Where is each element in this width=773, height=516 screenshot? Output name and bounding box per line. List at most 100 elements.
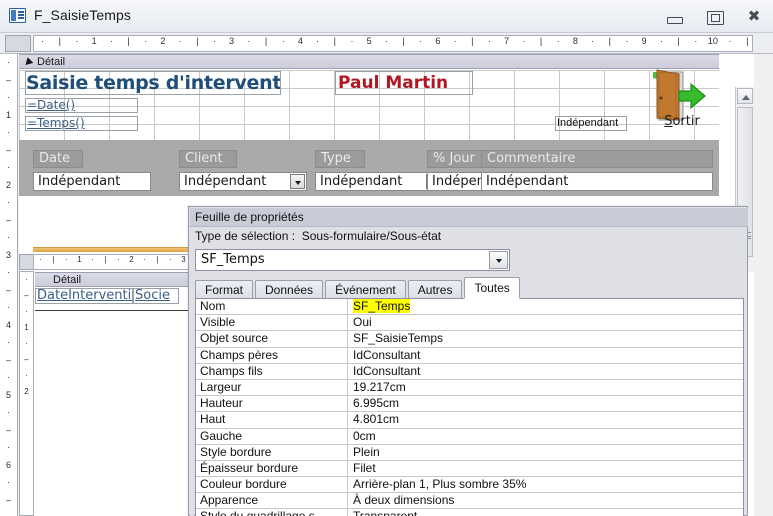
- property-row[interactable]: Haut 4.801cm: [196, 412, 743, 429]
- property-row[interactable]: Largeur 19.217cm: [196, 379, 743, 397]
- ruler-minor-tick: ·: [281, 36, 285, 46]
- property-row[interactable]: Gauche 0cm: [196, 428, 743, 445]
- property-key: Champs fils: [196, 363, 348, 379]
- ruler-minor-tick: ·: [453, 36, 457, 46]
- field-label-2[interactable]: Type: [315, 150, 365, 168]
- property-tab-vnement[interactable]: Événement: [325, 280, 406, 299]
- property-value[interactable]: IdConsultant: [348, 348, 743, 363]
- window-controls: ✖: [663, 5, 765, 27]
- property-row[interactable]: Style bordure Plein: [196, 444, 743, 461]
- property-key: Style bordure: [196, 444, 348, 460]
- field-label-0[interactable]: Date: [33, 150, 83, 168]
- field-label-4[interactable]: Commentaire: [481, 150, 713, 168]
- ruler-minor-tick: ·: [316, 36, 320, 46]
- ruler-number: 8: [572, 36, 578, 46]
- property-value[interactable]: Arrière-plan 1, Plus sombre 35%: [348, 477, 743, 492]
- property-list[interactable]: Nom SF_Temps Visible Oui Objet source SF_Sais…: [195, 298, 744, 516]
- ruler-minor-tick: ·: [25, 371, 28, 380]
- ruler-half-tick: |: [127, 36, 130, 46]
- time-expression-textbox[interactable]: =Temps(): [25, 116, 138, 131]
- ruler-number: 3: [229, 36, 235, 46]
- ruler-minor-tick: ·: [728, 36, 732, 46]
- property-sheet-panel[interactable]: Feuille de propriétés Type de sélection …: [188, 206, 748, 516]
- subform-ruler-corner[interactable]: [19, 254, 34, 270]
- chevron-down-icon[interactable]: [290, 174, 305, 189]
- property-value[interactable]: IdConsultant: [348, 364, 743, 379]
- field-label-1[interactable]: Client: [179, 150, 237, 168]
- consultant-name-label[interactable]: Paul Martin: [335, 71, 473, 95]
- property-value[interactable]: À deux dimensions: [348, 493, 743, 508]
- minimize-button[interactable]: [663, 6, 685, 26]
- property-value[interactable]: Transparent: [348, 509, 743, 516]
- ruler-minor-tick: ·: [7, 372, 10, 382]
- ruler-half-tick: –: [24, 355, 29, 364]
- property-key: Largeur: [196, 379, 348, 396]
- property-value[interactable]: 19.217cm: [348, 380, 743, 395]
- property-row[interactable]: Nom SF_Temps: [196, 299, 743, 316]
- object-selector-combo[interactable]: SF_Temps: [195, 249, 510, 271]
- ruler-half-tick: –: [24, 291, 29, 300]
- property-value[interactable]: SF_Temps: [348, 299, 743, 314]
- field-control-3[interactable]: Indépen: [427, 172, 483, 191]
- form-header-title-label[interactable]: Saisie temps d'intervention client: [25, 71, 281, 95]
- property-row[interactable]: Champs pères IdConsultant: [196, 347, 743, 364]
- property-tab-donnes[interactable]: Données: [255, 280, 324, 299]
- date-expression-textbox[interactable]: =Date(): [25, 98, 138, 113]
- property-sheet-tabs[interactable]: Format Données Événement Autres Toutes: [195, 277, 522, 299]
- ruler-corner-box[interactable]: [5, 35, 31, 52]
- field-label-3[interactable]: % Jour: [427, 150, 483, 168]
- ruler-number: 10: [707, 36, 718, 46]
- ruler-minor-tick: ·: [75, 36, 79, 46]
- ruler-half-tick: –: [5, 214, 11, 225]
- property-tab-toutes[interactable]: Toutes: [464, 277, 520, 299]
- ruler-number: 1: [77, 255, 82, 264]
- property-tab-format[interactable]: Format: [195, 280, 254, 299]
- property-row[interactable]: Apparence À deux dimensions: [196, 493, 743, 510]
- property-value[interactable]: SF_SaisieTemps: [348, 331, 743, 346]
- ruler-half-tick: –: [5, 354, 11, 365]
- field-control-4[interactable]: Indépendant: [481, 172, 713, 191]
- property-row[interactable]: Visible Oui: [196, 315, 743, 332]
- detail-band[interactable]: Date Indépendant Client Indépendant Type Indé…: [19, 140, 719, 196]
- ruler-minor-tick: ·: [7, 407, 10, 417]
- property-row[interactable]: Style du quadrillage sTransparent: [196, 509, 743, 516]
- property-key: Style du quadrillage s: [196, 509, 348, 516]
- property-value[interactable]: Oui: [348, 315, 743, 330]
- ruler-number: 5: [5, 389, 11, 400]
- ruler-number: 6: [435, 36, 441, 46]
- scroll-up-arrow-icon[interactable]: [737, 88, 753, 104]
- property-key: Haut: [196, 412, 348, 428]
- section-bar-detail[interactable]: Détail: [19, 54, 719, 69]
- property-row[interactable]: Couleur bordure Arrière-plan 1, Plus somb…: [196, 477, 743, 494]
- ruler-minor-tick: ·: [144, 36, 148, 46]
- field-control-1[interactable]: Indépendant: [179, 172, 307, 191]
- field-control-0[interactable]: Indépendant: [33, 172, 151, 191]
- section-bar-label: Détail: [37, 56, 66, 68]
- chevron-down-icon[interactable]: [489, 251, 508, 269]
- ruler-minor-tick: ·: [7, 197, 10, 207]
- subform-column-dateintervention[interactable]: DateIntervention: [35, 288, 133, 304]
- property-value[interactable]: Plein: [348, 445, 743, 460]
- property-row[interactable]: Champs fils IdConsultant: [196, 363, 743, 380]
- property-value[interactable]: 6.995cm: [348, 396, 743, 411]
- close-button[interactable]: ✖: [743, 6, 765, 26]
- ruler-number: 2: [129, 255, 134, 264]
- restore-button[interactable]: [703, 6, 725, 26]
- property-value[interactable]: Filet: [348, 461, 743, 476]
- selection-type-line: Type de sélection : Sous-formulaire/Sous…: [195, 229, 441, 243]
- property-value[interactable]: 4.801cm: [348, 412, 743, 427]
- ruler-minor-tick: ·: [178, 36, 182, 46]
- property-row[interactable]: Objet source SF_SaisieTemps: [196, 331, 743, 348]
- independant-header-textbox[interactable]: Indépendant: [555, 116, 627, 131]
- subform-column-societe[interactable]: Socie: [133, 288, 179, 304]
- window-titlebar: F_SaisieTemps ✖: [0, 0, 773, 33]
- property-value[interactable]: 0cm: [348, 429, 743, 444]
- ruler-minor-tick: ·: [522, 36, 526, 46]
- exit-button-label[interactable]: Sortir: [649, 114, 715, 130]
- ruler-half-tick: |: [58, 36, 61, 46]
- field-control-2[interactable]: Indépendant: [315, 172, 443, 191]
- property-row[interactable]: Hauteur 6.995cm: [196, 396, 743, 413]
- property-tab-autres[interactable]: Autres: [407, 280, 463, 299]
- ruler-half-tick: |: [677, 36, 680, 46]
- property-row[interactable]: Épaisseur bordure Filet: [196, 460, 743, 478]
